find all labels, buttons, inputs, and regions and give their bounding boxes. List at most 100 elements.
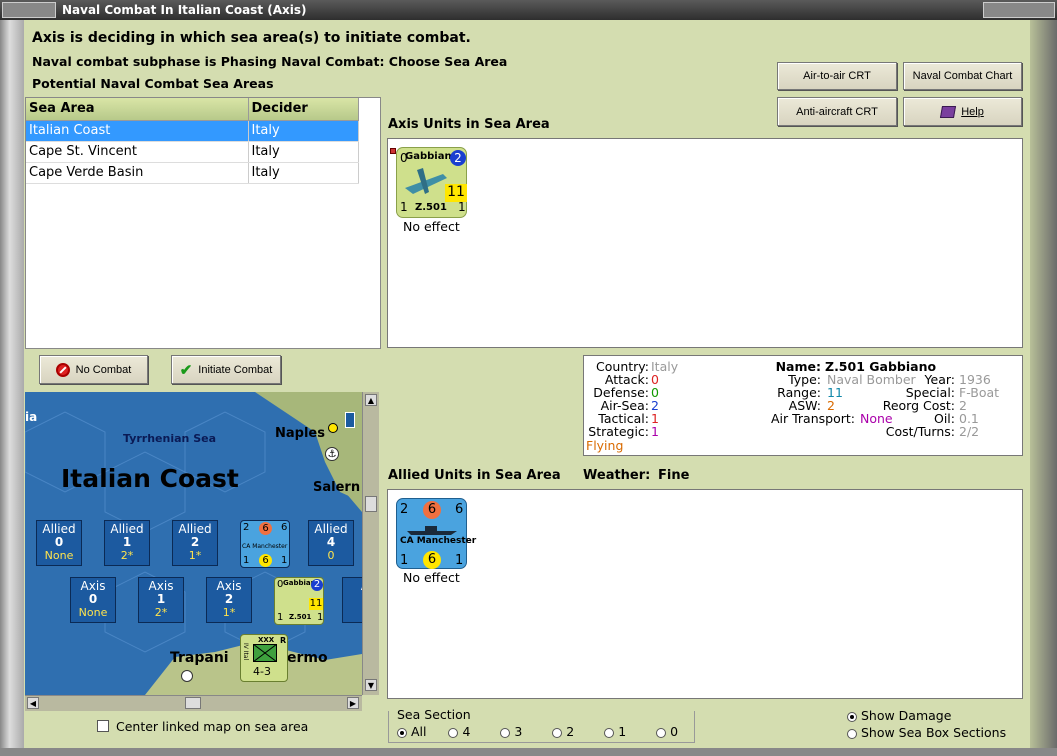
checkmark-icon: ✔ [179, 361, 193, 379]
corps-designation: IV Ital [242, 643, 249, 661]
box-number: 4 [326, 535, 336, 549]
allied-sea-box[interactable]: Allied 0 None [36, 520, 82, 566]
scroll-left-icon[interactable]: ◀ [27, 697, 39, 709]
box-side: Axis [216, 579, 242, 593]
col-decider[interactable]: Decider [248, 98, 359, 121]
corps-flag: R [280, 636, 287, 645]
counter-value: 11 [309, 598, 323, 610]
table-row[interactable]: Cape St. Vincent Italy [26, 141, 359, 163]
window-controls[interactable] [983, 2, 1055, 18]
col-sea-area[interactable]: Sea Area [26, 98, 249, 121]
radio-icon[interactable] [448, 727, 459, 738]
counter-value: 6 [423, 551, 441, 569]
axis-sea-box[interactable]: Axis 2 1* [206, 577, 252, 623]
scroll-up-icon[interactable]: ▲ [365, 394, 377, 406]
no-entry-icon [55, 362, 70, 377]
radio-icon[interactable] [656, 727, 667, 738]
sea-section-option[interactable]: 4 [448, 724, 470, 739]
table-row[interactable]: Italian Coast Italy [26, 120, 359, 142]
box-side: Allied [42, 522, 76, 536]
axis-sea-box[interactable]: Axis 0 None [70, 577, 116, 623]
window-menu-button[interactable] [2, 2, 56, 18]
initiate-combat-button[interactable]: ✔ Initiate Combat [171, 355, 281, 384]
sea-section-option[interactable]: 3 [500, 724, 522, 739]
table-row[interactable]: Cape Verde Basin Italy [26, 162, 359, 184]
row-decider: Italy [248, 141, 359, 163]
counter-value: 6 [259, 522, 272, 535]
axis-sea-box[interactable]: Axis 1 2* [138, 577, 184, 623]
radio-icon[interactable] [847, 728, 857, 739]
map-edge-label: ia [25, 410, 38, 424]
no-combat-label: No Combat [75, 363, 132, 376]
allied-unit-status: No effect [403, 570, 460, 585]
air-to-air-crt-button[interactable]: Air-to-air CRT [777, 62, 897, 90]
help-button[interactable]: Help [903, 97, 1022, 126]
counter-value: 6 [281, 522, 288, 533]
map-horizontal-scrollbar[interactable]: ◀ ▶ [25, 695, 362, 711]
axis-unit-counter[interactable]: 0 Gabbiano 2 11 1 Z.501 1 [396, 147, 467, 218]
option-label: 2 [566, 724, 575, 739]
box-count: 0 [327, 549, 335, 562]
radio-icon[interactable] [552, 727, 563, 738]
counter-value: 2 [400, 502, 409, 517]
allied-sea-box[interactable]: Allied 2 1* [172, 520, 218, 566]
city-marker-icon [181, 670, 193, 682]
radio-icon[interactable] [847, 711, 857, 722]
sea-section-option[interactable]: 0 [656, 724, 678, 739]
map-vertical-scrollbar[interactable]: ▲ ▼ [362, 392, 379, 695]
row-area: Cape St. Vincent [26, 141, 249, 163]
show-sea-box-option[interactable]: Show Sea Box Sections [847, 725, 1006, 740]
anti-aircraft-crt-button[interactable]: Anti-aircraft CRT [777, 97, 897, 126]
anti-aircraft-label: Anti-aircraft CRT [796, 105, 878, 118]
sea-section-option[interactable]: 1 [604, 724, 626, 739]
corps-size: XXX [258, 636, 275, 644]
map-axis-counter[interactable]: 0 Gabbiano 2 11 1 Z.501 1 [274, 577, 324, 625]
title-bar: Naval Combat In Italian Coast (Axis) [0, 0, 1057, 20]
scroll-right-icon[interactable]: ▶ [347, 697, 359, 709]
counter-value: 2 [311, 579, 323, 591]
counter-value: 6 [423, 501, 441, 519]
row-area: Italian Coast [26, 120, 249, 142]
map-allied-counter[interactable]: 2 6 6 CA Manchester 1 6 1 [240, 520, 290, 568]
help-book-icon [940, 105, 957, 118]
scroll-down-icon[interactable]: ▼ [365, 679, 377, 691]
info-key: Strategic: [588, 424, 649, 439]
scroll-thumb[interactable] [185, 697, 201, 709]
initiate-combat-label: Initiate Combat [198, 363, 273, 376]
left-frame [0, 20, 24, 756]
allied-sea-box[interactable]: Allied 4 0 [308, 520, 354, 566]
center-linked-label: Center linked map on sea area [116, 719, 309, 734]
sea-section-option[interactable]: 2 [552, 724, 574, 739]
box-side: Allied [314, 522, 348, 536]
box-side: Axis [80, 579, 106, 593]
radio-icon[interactable] [604, 727, 615, 738]
option-label: 0 [670, 724, 679, 739]
potential-areas-label: Potential Naval Combat Sea Areas [32, 76, 274, 91]
counter-name: CA Manchester [242, 543, 288, 550]
box-side: Allied [110, 522, 144, 536]
allied-units-label: Allied Units in Sea Area [388, 468, 561, 483]
sea-section-label: Sea Section [395, 707, 473, 722]
allied-unit-counter[interactable]: 2 6 6 CA Manchester 1 6 1 [396, 498, 476, 569]
center-linked-checkbox[interactable] [97, 720, 109, 732]
counter-value: 2 [450, 150, 466, 166]
infantry-icon [253, 644, 277, 662]
no-combat-button[interactable]: No Combat [39, 355, 148, 384]
info-value: 1 [651, 424, 659, 439]
option-label: 1 [618, 724, 627, 739]
radio-icon[interactable] [397, 727, 407, 738]
sea-area-map[interactable]: ia Tyrrhenian Sea Naples ⚓ Italian Coast… [25, 392, 362, 695]
sea-section-option[interactable]: All [397, 724, 426, 739]
show-damage-option[interactable]: Show Damage [847, 708, 951, 723]
naval-combat-chart-button[interactable]: Naval Combat Chart [903, 62, 1022, 90]
allied-sea-box[interactable]: Allied 1 2* [104, 520, 150, 566]
corps-strength: 4-3 [253, 665, 271, 678]
box-count: 1* [222, 606, 236, 619]
box-side: Axis [148, 579, 174, 593]
axis-sea-box[interactable]: A [342, 577, 362, 623]
counter-value: 1 [455, 553, 464, 568]
counter-model: Z.501 [415, 202, 447, 213]
scroll-thumb[interactable] [365, 496, 377, 512]
radio-icon[interactable] [500, 727, 511, 738]
corps-counter[interactable]: XXX R IV Ital 4-3 [240, 634, 288, 682]
